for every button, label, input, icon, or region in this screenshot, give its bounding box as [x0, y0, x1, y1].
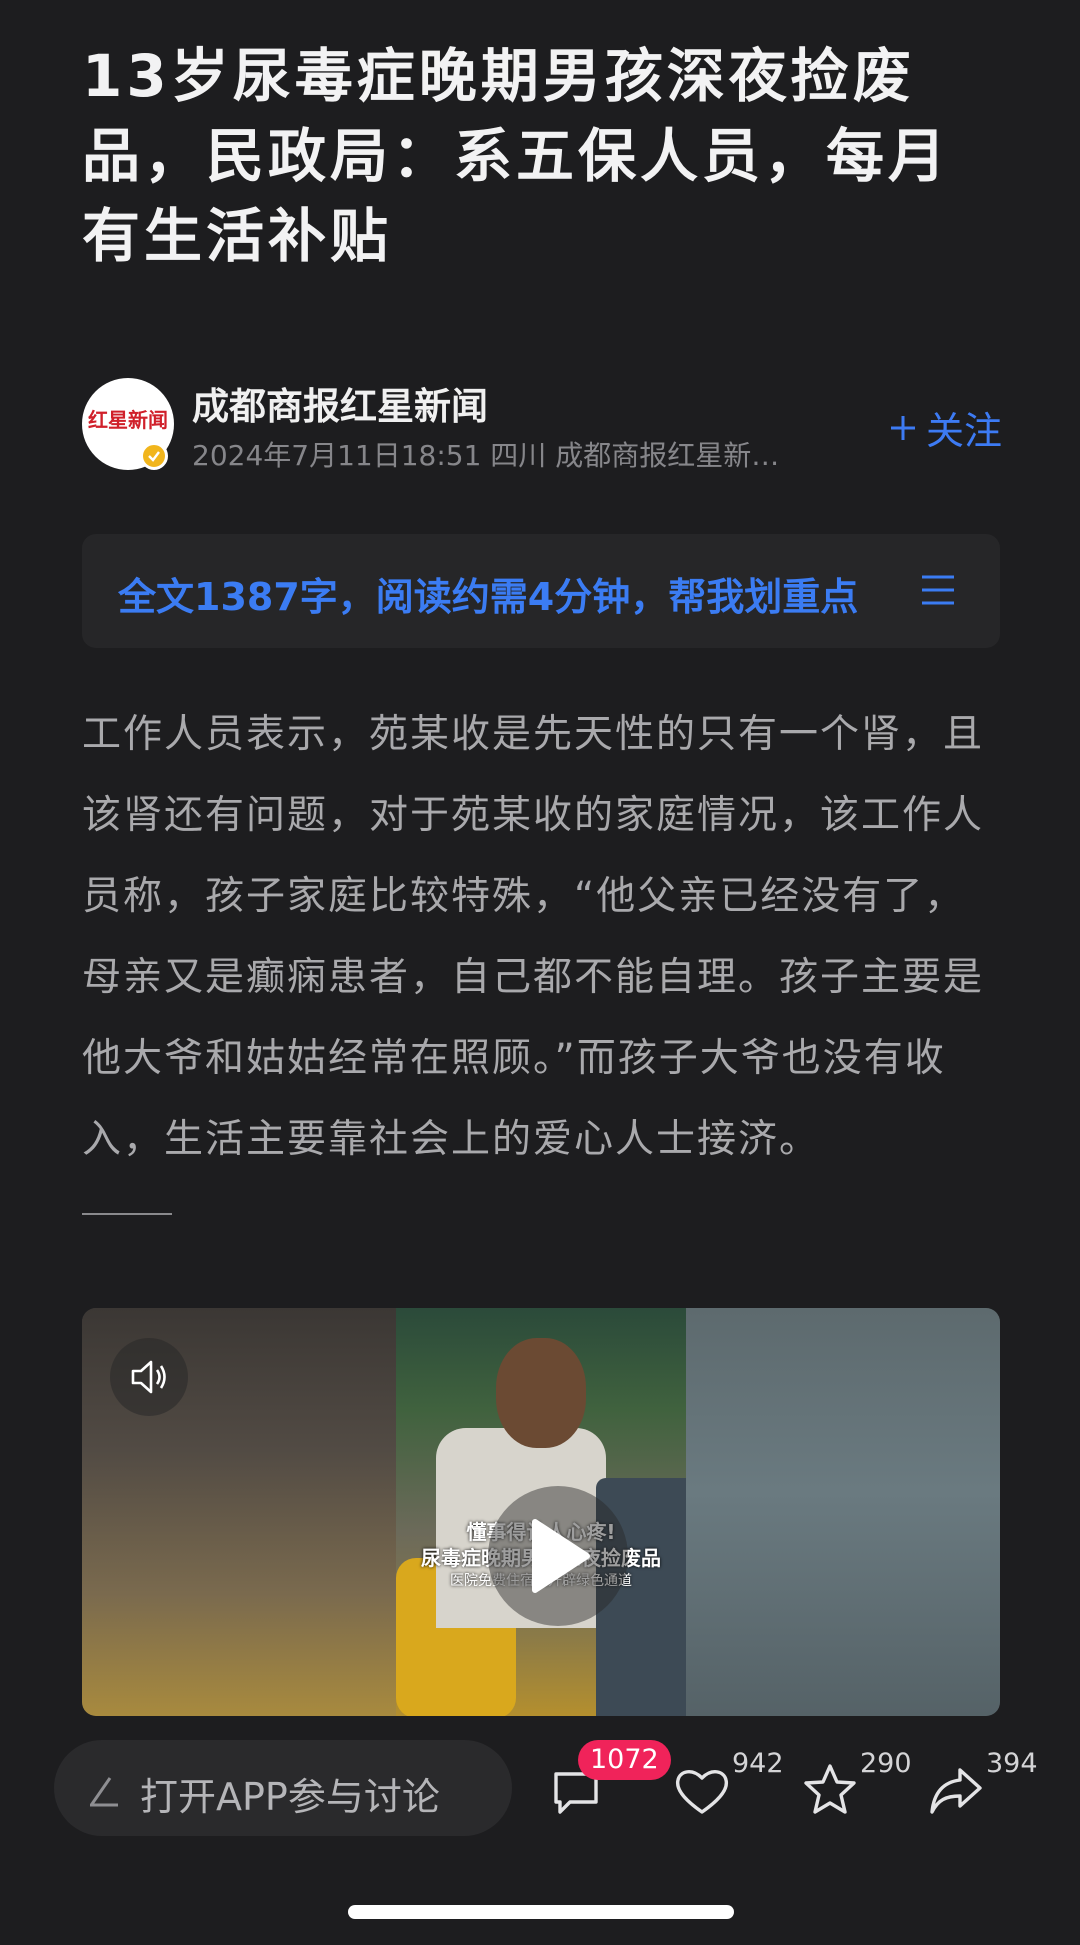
verified-icon: [140, 442, 168, 470]
likes-count: 942: [732, 1748, 784, 1779]
comment-input[interactable]: 打开APP参与讨论: [54, 1740, 512, 1836]
video-boy-head: [496, 1338, 586, 1448]
article-body: 工作人员表示，苑某收是先天性的只有一个肾，且该肾还有问题，对于苑某收的家庭情况，…: [82, 712, 985, 1162]
heart-icon[interactable]: [672, 1760, 732, 1820]
pen-icon: [90, 1777, 118, 1807]
favorites-count: 290: [860, 1748, 912, 1779]
comment-placeholder: 打开APP参与讨论: [140, 1775, 440, 1819]
comments-count-badge: 1072: [578, 1740, 671, 1780]
author-name[interactable]: 成都商报红星新闻: [192, 376, 488, 430]
video-player[interactable]: 懂事得让人心疼! 尿毒症晚期男孩深夜捡废品 医院免费住宿我开辟绿色通道: [82, 1308, 1000, 1716]
author-avatar[interactable]: 红星新闻: [82, 378, 174, 470]
divider: [82, 1213, 172, 1215]
play-icon[interactable]: [488, 1486, 628, 1626]
article-title: 13岁尿毒症晚期男孩深夜捡废品，民政局：系五保人员，每月有生活补贴: [82, 42, 951, 270]
follow-button[interactable]: 关注: [888, 400, 1002, 455]
avatar-logo: 红星新闻: [88, 408, 168, 432]
video-blur-right: [686, 1308, 1000, 1716]
author-header: 红星新闻 成都商报红星新闻 2024年7月11日18:51 四川 成都商报红星新…: [82, 376, 1002, 476]
share-icon[interactable]: [926, 1760, 986, 1820]
shares-count: 394: [986, 1748, 1038, 1779]
summary-text: 全文1387字，阅读约需4分钟，帮我划重点: [118, 575, 859, 619]
reading-summary[interactable]: 全文1387字，阅读约需4分钟，帮我划重点: [82, 534, 1000, 648]
follow-label: 关注: [925, 409, 1002, 453]
author-meta: 2024年7月11日18:51 四川 成都商报红星新…: [192, 439, 780, 472]
menu-icon[interactable]: [920, 572, 956, 608]
bottom-bar: 打开APP参与讨论 1072 942 290 394: [0, 1736, 1080, 1836]
star-icon[interactable]: [800, 1760, 860, 1820]
home-indicator[interactable]: [348, 1905, 734, 1919]
plus-icon: [890, 415, 915, 440]
volume-icon[interactable]: [110, 1338, 188, 1416]
